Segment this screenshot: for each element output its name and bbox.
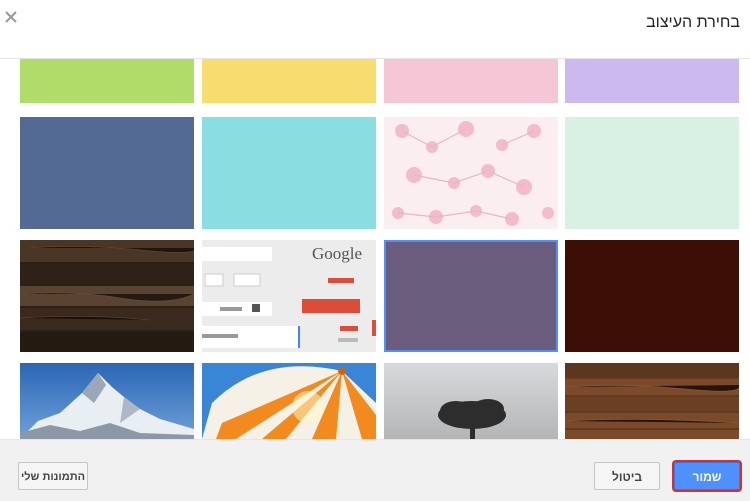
theme-tile-tree[interactable] <box>384 363 558 439</box>
theme-tile-lavender[interactable] <box>565 59 739 103</box>
google-logo: Google <box>312 244 363 263</box>
theme-tile-muted-purple[interactable] <box>384 240 558 352</box>
theme-tile-slate-blue[interactable] <box>20 117 194 229</box>
theme-tile-yellow[interactable] <box>202 59 376 103</box>
theme-tile-umbrella[interactable] <box>202 363 376 439</box>
tree-image <box>384 363 558 439</box>
theme-tile-google-classic[interactable]: Google <box>202 240 376 352</box>
cancel-button[interactable]: ביטול <box>594 462 660 490</box>
cherry-blossom-pattern <box>392 121 554 226</box>
dialog-header: בחירת העיצוב <box>0 0 750 59</box>
theme-tile-mountain[interactable] <box>20 363 194 439</box>
theme-dialog: בחירת העיצוב Google שמור ביטול התמונות ש… <box>0 0 750 501</box>
theme-tile-mint[interactable] <box>565 117 739 229</box>
umbrella-image <box>202 363 376 439</box>
dark-wood-texture <box>20 240 194 352</box>
theme-tile-dark-wood[interactable] <box>20 240 194 352</box>
dialog-title: בחירת העיצוב <box>646 14 740 31</box>
save-button[interactable]: שמור <box>674 462 740 490</box>
close-icon[interactable] <box>4 10 18 24</box>
my-photos-button[interactable]: התמונות שלי <box>18 462 88 490</box>
theme-tile-cherry-blossom[interactable] <box>384 117 558 229</box>
dialog-footer: שמור ביטול התמונות שלי <box>0 439 750 501</box>
theme-tile-pink[interactable] <box>384 59 558 103</box>
theme-tile-green[interactable] <box>20 59 194 103</box>
theme-tile-aqua[interactable] <box>202 117 376 229</box>
theme-tile-maroon[interactable] <box>565 240 739 352</box>
theme-grid: Google <box>0 59 750 439</box>
mountain-image <box>20 363 194 439</box>
wood-planks-texture <box>565 363 739 439</box>
theme-tile-wood-planks[interactable] <box>565 363 739 439</box>
